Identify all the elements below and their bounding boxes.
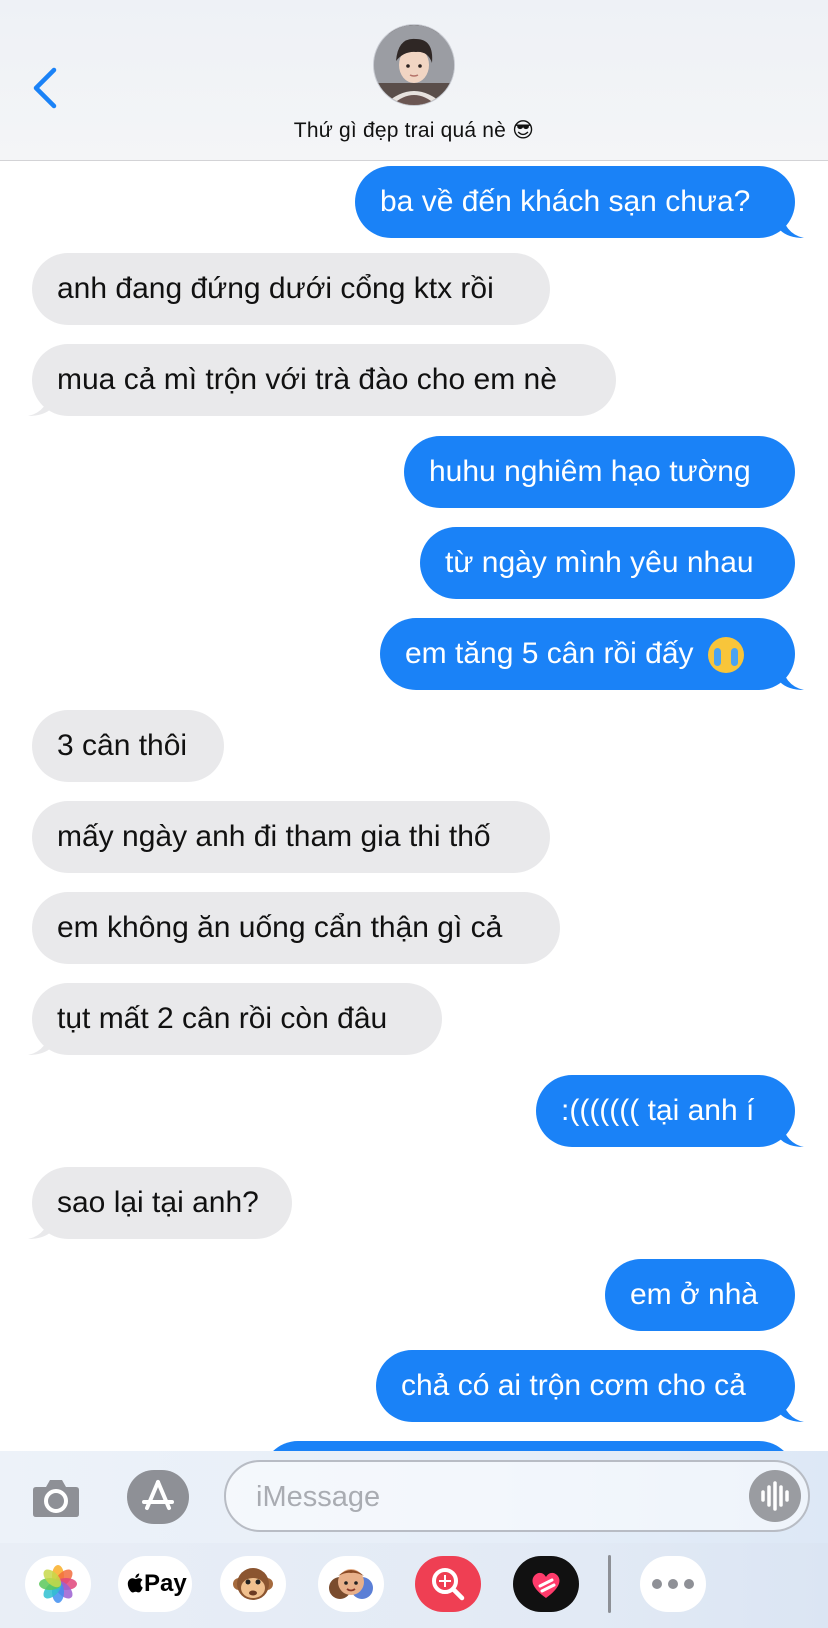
bubble-tail — [780, 660, 804, 690]
compose-bar — [0, 1451, 828, 1543]
apple-pay-button[interactable]: Pay — [118, 1556, 192, 1612]
message-text: em không ăn uống cẩn thận gì cả — [57, 911, 503, 944]
incoming-message[interactable]: mua cả mì trộn với trà đào cho em nè — [32, 344, 616, 416]
photos-app-button[interactable] — [25, 1556, 91, 1612]
bubble-tail — [28, 1209, 52, 1239]
digital-touch-heart-icon — [532, 1572, 560, 1598]
camera-button[interactable] — [32, 1475, 80, 1519]
image-search-button[interactable] — [415, 1556, 481, 1612]
message-text: sao lại tại anh? — [57, 1186, 259, 1219]
imessage-input-field[interactable] — [224, 1460, 810, 1532]
bubble-tail — [780, 1117, 804, 1147]
crying-face-emoji — [707, 637, 744, 674]
memoji-stickers-button[interactable] — [318, 1556, 384, 1612]
message-text: ba về đến khách sạn chưa? — [380, 185, 751, 218]
outgoing-message[interactable]: chả có ai trộn cơm cho cả — [376, 1350, 795, 1422]
message-text: chả có ai trộn cơm cho cả — [401, 1369, 746, 1402]
contact-avatar[interactable] — [373, 24, 455, 106]
message-text: tụt mất 2 cân rồi còn đâu — [57, 1002, 388, 1035]
message-text: anh đang đứng dưới cổng ktx rồi — [57, 272, 494, 305]
outgoing-message[interactable]: em tăng 5 cân rồi đấy — [380, 618, 795, 690]
outgoing-message[interactable]: từ ngày mình yêu nhau — [420, 527, 795, 599]
more-apps-button[interactable] — [640, 1556, 706, 1612]
monkey-memoji-icon — [233, 1568, 273, 1600]
apps-button[interactable] — [127, 1470, 189, 1524]
outgoing-message-partial[interactable] — [262, 1441, 795, 1451]
outgoing-message[interactable]: :((((((( tại anh í — [536, 1075, 795, 1147]
bubble-tail — [28, 1025, 52, 1055]
outgoing-message[interactable]: huhu nghiêm hạo tường — [404, 436, 795, 508]
bubble-tail — [28, 386, 52, 416]
contact-name[interactable]: Thứ gì đẹp trai quá nè 😎 — [0, 118, 828, 143]
more-icon — [652, 1579, 694, 1589]
outgoing-message[interactable]: em ở nhà — [605, 1259, 795, 1331]
memoji-app-button[interactable] — [220, 1556, 286, 1612]
apple-pay-label: Pay — [144, 1570, 187, 1597]
conversation-header: Thứ gì đẹp trai quá nè 😎 — [0, 0, 828, 161]
incoming-message[interactable]: mấy ngày anh đi tham gia thi thố — [32, 801, 550, 873]
chevron-left-icon — [33, 67, 57, 109]
camera-icon — [33, 1480, 79, 1517]
avatar-portrait — [374, 25, 454, 105]
incoming-message[interactable]: anh đang đứng dưới cổng ktx rồi — [32, 253, 550, 325]
app-drawer: Pay — [0, 1543, 828, 1628]
message-text: em tăng 5 cân rồi đấy — [405, 637, 694, 670]
waveform-icon — [761, 1481, 789, 1511]
message-text: em ở nhà — [630, 1278, 759, 1311]
audio-message-button[interactable] — [749, 1470, 801, 1522]
message-text: từ ngày mình yêu nhau — [445, 546, 754, 579]
message-text: huhu nghiêm hạo tường — [429, 455, 751, 488]
outgoing-message[interactable]: ba về đến khách sạn chưa? — [355, 166, 795, 238]
image-search-icon — [432, 1568, 465, 1601]
bubble-tail — [780, 1392, 804, 1422]
message-input[interactable] — [254, 1476, 728, 1518]
apple-logo-icon — [127, 1573, 143, 1593]
bubble-tail — [780, 208, 804, 238]
incoming-message[interactable]: em không ăn uống cẩn thận gì cả — [32, 892, 560, 964]
message-text: :((((((( tại anh í — [561, 1094, 755, 1127]
message-text: mua cả mì trộn với trà đào cho em nè — [57, 363, 557, 396]
incoming-message[interactable]: tụt mất 2 cân rồi còn đâu — [32, 983, 442, 1055]
drawer-divider — [608, 1555, 611, 1613]
message-text: 3 cân thôi — [57, 729, 188, 762]
digital-touch-button[interactable] — [513, 1556, 579, 1612]
memoji-stickers-icon — [329, 1569, 373, 1599]
incoming-message[interactable]: sao lại tại anh? — [32, 1167, 292, 1239]
app-store-icon — [142, 1480, 174, 1510]
message-thread[interactable]: ba về đến khách sạn chưa? anh đang đứng … — [0, 161, 828, 1451]
photos-icon — [39, 1565, 77, 1603]
back-button[interactable] — [30, 66, 60, 110]
message-text: mấy ngày anh đi tham gia thi thố — [57, 820, 491, 853]
incoming-message[interactable]: 3 cân thôi — [32, 710, 224, 782]
